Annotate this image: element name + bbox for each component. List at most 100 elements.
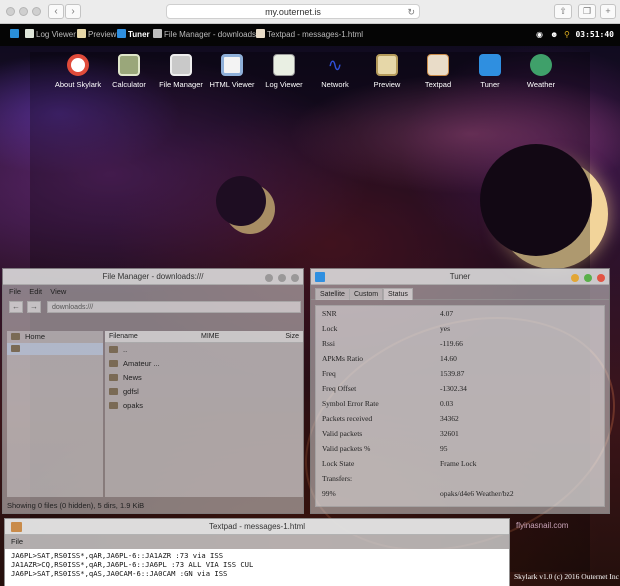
browser-toolbar: ‹ › my.outernet.is ↻ ⇧ ❐ + <box>0 0 620 24</box>
status-row: APkMs Ratio 14.60 <box>322 354 457 363</box>
folder-icon <box>109 374 118 381</box>
tab-custom[interactable]: Custom <box>349 288 384 300</box>
globe-icon <box>221 54 243 76</box>
column-filename[interactable]: Filename <box>109 331 138 343</box>
text-line: JA6PL>SAT,RS0ISS*,qAS,JA0CAM-6::JA0CAM :… <box>11 569 228 578</box>
status-row: Packets received 34362 <box>322 414 459 423</box>
textpad-titlebar[interactable]: Textpad - messages-1.html <box>5 519 509 535</box>
file-row[interactable]: .. <box>105 343 303 357</box>
sidebar-item-home[interactable]: Home <box>7 331 103 343</box>
taskbar-item-preview[interactable]: Preview <box>77 24 116 46</box>
launcher-weather[interactable]: Weather <box>510 54 572 89</box>
status-row: SNR 4.07 <box>322 309 454 318</box>
close-icon[interactable] <box>597 274 605 282</box>
address-bar[interactable]: my.outernet.is ↻ <box>166 4 420 19</box>
user-icon[interactable]: ☻ <box>550 24 558 46</box>
minimize-icon[interactable] <box>264 274 273 282</box>
menu-file[interactable]: File <box>11 537 23 546</box>
checklist-icon <box>273 54 295 76</box>
taskbar-item-file-manager[interactable]: File Manager - downloads:/// <box>153 24 265 46</box>
radio-signal-icon <box>479 54 501 76</box>
textpad-icon <box>11 522 22 532</box>
status-row: Transfers: <box>322 474 353 483</box>
status-row: Freq Offset -1302.34 <box>322 384 467 393</box>
desktop: Log Viewer Preview Tuner File Manager - … <box>0 24 620 586</box>
status-row: Rssi -119.66 <box>322 339 463 348</box>
text-line: JA1AZR>CQ,RS0ISS*,qAR,JA6PL-6::JA6PL :73… <box>11 560 254 569</box>
textpad-editor[interactable]: JA6PL>SAT,RS0ISS*,qAR,JA6PL-6::JA1AZR :7… <box>5 549 509 586</box>
notepad-icon <box>427 54 449 76</box>
textpad-window[interactable]: Textpad - messages-1.html File JA6PL>SAT… <box>4 518 510 586</box>
sidebar-item-downloads[interactable] <box>7 343 103 355</box>
forward-button[interactable]: › <box>65 4 81 19</box>
back-button[interactable]: ‹ <box>48 4 64 19</box>
status-row: Valid packets 32601 <box>322 429 459 438</box>
file-manager-menubar: File Edit View <box>3 285 303 299</box>
folder-icon <box>109 346 118 353</box>
file-row[interactable]: opaks <box>105 399 303 413</box>
tab-status[interactable]: Status <box>383 288 413 300</box>
clock: 03:51:40 <box>575 30 614 39</box>
tab-satellite[interactable]: Satellite <box>315 288 350 300</box>
status-row: Lock State Frame Lock <box>322 459 477 468</box>
network-status-icon[interactable]: ◉ <box>536 24 543 46</box>
tabs-button[interactable]: ❐ <box>578 4 596 19</box>
share-button[interactable]: ⇧ <box>554 4 572 19</box>
textpad-menubar: File <box>5 535 509 549</box>
file-row[interactable]: gdfsl <box>105 385 303 399</box>
folder-icon <box>11 345 20 352</box>
text-line: JA6PL>SAT,RS0ISS*,qAR,JA6PL-6::JA1AZR :7… <box>11 551 224 560</box>
address-url: my.outernet.is <box>265 7 321 17</box>
close-icon[interactable] <box>291 274 299 282</box>
minimize-window-icon[interactable] <box>19 7 28 16</box>
minimize-icon[interactable] <box>570 274 579 282</box>
reload-icon[interactable]: ↻ <box>407 5 415 19</box>
start-menu-button[interactable] <box>10 24 21 46</box>
column-mime[interactable]: MIME <box>201 331 219 343</box>
calculator-icon <box>118 54 140 76</box>
file-cabinet-icon <box>170 54 192 76</box>
file-list: Filename MIME Size .. Amateur ... News g… <box>105 331 303 497</box>
back-arrow-icon[interactable]: ← <box>9 301 23 313</box>
folder-icon <box>109 388 118 395</box>
status-row: Lock yes <box>322 324 450 333</box>
menu-edit[interactable]: Edit <box>29 287 42 296</box>
taskbar-item-textpad[interactable]: Textpad - messages-1.html <box>256 24 363 46</box>
file-list-header: Filename MIME Size <box>105 331 303 343</box>
window-title: Tuner <box>449 272 471 281</box>
watermark: flyinasnail.com <box>516 521 569 530</box>
folder-icon <box>109 402 118 409</box>
status-panel: SNR 4.07 Lock yes Rssi -119.66 APkMs Ratio 1… <box>315 305 605 507</box>
tuner-window[interactable]: Tuner Satellite Custom Status SNR 4.07 Lo… <box>310 268 610 514</box>
file-row[interactable]: News <box>105 371 303 385</box>
tuner-icon <box>117 29 126 38</box>
file-manager-window[interactable]: File Manager - downloads:/// File Edit V… <box>2 268 304 514</box>
file-manager-toolbar: ← → downloads:/// <box>3 299 303 315</box>
column-size[interactable]: Size <box>285 331 299 343</box>
window-title: Textpad - messages-1.html <box>208 522 306 531</box>
maximize-icon[interactable] <box>583 274 592 282</box>
tuner-titlebar[interactable]: Tuner <box>311 269 609 285</box>
picture-icon <box>376 54 398 76</box>
forward-arrow-icon[interactable]: → <box>27 301 41 313</box>
window-title: File Manager - downloads:/// <box>102 272 204 281</box>
menu-view[interactable]: View <box>50 287 66 296</box>
status-row: Symbol Error Rate 0.03 <box>322 399 454 408</box>
search-icon[interactable]: ⚲ <box>564 24 570 46</box>
menu-file[interactable]: File <box>9 287 21 296</box>
preview-icon <box>77 29 86 38</box>
file-manager-status: Showing 0 files (0 hidden), 5 dirs, 1.9 … <box>7 501 145 510</box>
maximize-icon[interactable] <box>277 274 286 282</box>
new-tab-button[interactable]: + <box>600 4 616 19</box>
close-window-icon[interactable] <box>6 7 15 16</box>
zoom-window-icon[interactable] <box>32 7 41 16</box>
log-viewer-icon <box>25 29 34 38</box>
taskbar-item-log-viewer[interactable]: Log Viewer <box>25 24 76 46</box>
wifi-icon: ∿ <box>327 55 343 75</box>
file-row[interactable]: Amateur ... <box>105 357 303 371</box>
taskbar-item-tuner[interactable]: Tuner <box>117 24 150 46</box>
path-input[interactable]: downloads:/// <box>47 301 301 313</box>
textpad-icon <box>256 29 265 38</box>
file-manager-titlebar[interactable]: File Manager - downloads:/// <box>3 269 303 285</box>
folder-icon <box>109 360 118 367</box>
